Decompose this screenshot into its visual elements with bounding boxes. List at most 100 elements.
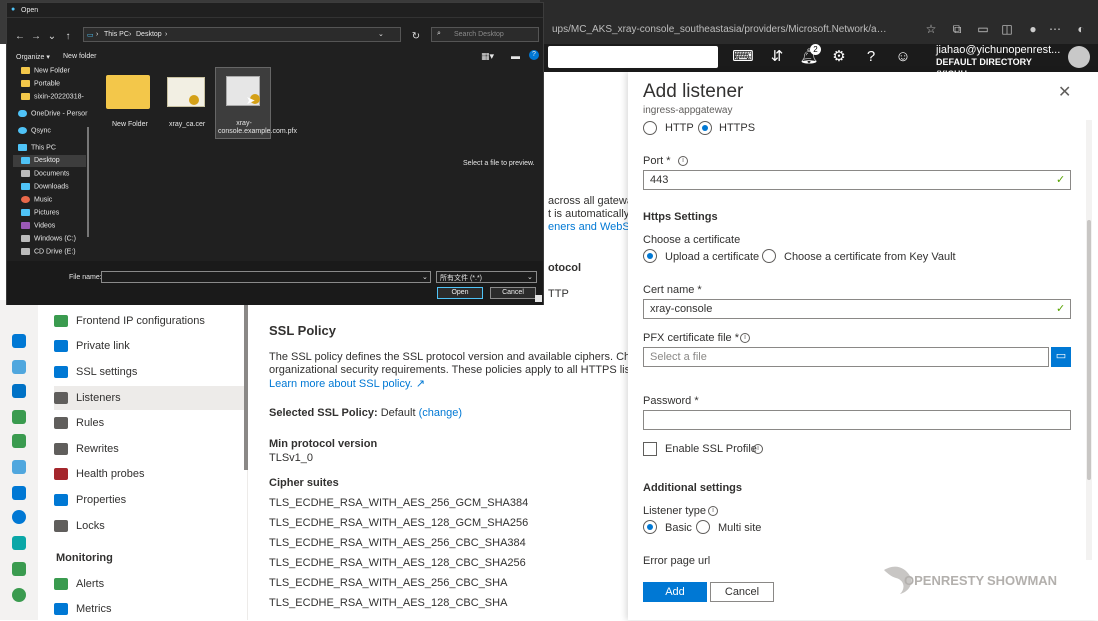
filename-dropdown-icon[interactable]: ⌄ <box>422 273 428 281</box>
menu-item-frontend-ip[interactable]: Frontend IP configurations <box>54 309 244 333</box>
menu-item-metrics[interactable]: Metrics <box>54 597 244 621</box>
dialog-path-bar[interactable]: ▭ › This PC › Desktop › ⌄ <box>83 27 401 42</box>
menu-item-ssl-settings[interactable]: SSL settings <box>54 360 244 384</box>
service-icon[interactable] <box>12 360 26 374</box>
tree-item[interactable]: Documents <box>21 170 69 177</box>
listener-basic-radio[interactable] <box>643 520 657 534</box>
menu-item-locks[interactable]: Locks <box>54 514 244 538</box>
dialog-cancel-button[interactable]: Cancel <box>490 287 536 299</box>
path-this-pc[interactable]: This PC <box>104 31 129 38</box>
ssl-profile-info-icon[interactable]: i <box>753 444 763 454</box>
edge-icon[interactable]: ◐ <box>1072 22 1090 36</box>
file-item-selected[interactable]: ➤ xray-console.example.com.pfx <box>215 67 297 139</box>
password-input[interactable] <box>643 410 1071 430</box>
listener-multisite-radio[interactable] <box>696 520 710 534</box>
dialog-open-button[interactable]: Open <box>437 287 483 299</box>
protocol-http-radio[interactable] <box>643 121 657 135</box>
view-options-icon[interactable]: ▦▾ <box>481 51 494 62</box>
collections-icon[interactable]: ▭ <box>974 22 992 36</box>
menu-item-properties[interactable]: Properties <box>54 488 244 512</box>
monitor-icon[interactable] <box>12 384 26 398</box>
panel-scrollbar[interactable] <box>1086 120 1092 560</box>
file-item[interactable]: New Folder <box>104 69 152 133</box>
azure-search-input[interactable] <box>548 46 718 68</box>
panel-scroll-thumb[interactable] <box>1087 220 1091 480</box>
organize-menu[interactable]: Organize ▾ <box>16 53 50 61</box>
close-icon[interactable]: ✕ <box>1058 82 1071 102</box>
file-item[interactable]: xray_ca.cer <box>161 69 211 133</box>
cancel-button[interactable]: Cancel <box>710 582 774 602</box>
profile-icon[interactable]: ● <box>1024 22 1042 36</box>
back-arrow-icon[interactable]: ← <box>13 30 27 44</box>
tree-item[interactable]: This PC <box>18 144 56 151</box>
up-arrow-icon[interactable]: ↑ <box>61 30 75 44</box>
sql-icon[interactable] <box>12 334 26 348</box>
tree-item[interactable]: Qsync <box>18 127 51 134</box>
favorites-icon[interactable]: ☆ <box>922 22 940 36</box>
resize-grip-icon[interactable] <box>535 295 542 302</box>
upload-certificate-radio[interactable] <box>643 249 657 263</box>
menu-item-alerts[interactable]: Alerts <box>54 572 244 596</box>
network-icon[interactable] <box>12 410 26 424</box>
shield-icon[interactable] <box>12 562 26 576</box>
storage-icon[interactable] <box>12 434 26 448</box>
add-button[interactable]: Add <box>643 582 707 602</box>
refresh-icon[interactable]: ↻ <box>409 30 423 44</box>
enable-ssl-profile-checkbox[interactable] <box>643 442 657 456</box>
protocol-https-radio[interactable] <box>698 121 712 135</box>
tree-item[interactable]: Pictures <box>21 209 59 216</box>
tree-item[interactable]: New Folder <box>21 67 70 74</box>
menu-item-private-link[interactable]: Private link <box>54 334 244 358</box>
forward-arrow-icon[interactable]: → <box>29 30 43 44</box>
address-bar[interactable]: ups/MC_AKS_xray-console_southeastasia/pr… <box>552 24 892 35</box>
tree-item[interactable]: sixin-20220318- <box>21 93 84 100</box>
preview-pane-icon[interactable]: ▬ <box>511 51 520 61</box>
dialog-search-input[interactable]: ⌕ Search Desktop <box>431 27 539 42</box>
listener-type-info-icon[interactable]: i <box>708 506 718 516</box>
tree-item[interactable]: CD Drive (E:) <box>21 248 76 255</box>
diamond-icon[interactable] <box>12 486 26 500</box>
filename-input[interactable]: ⌄ <box>101 271 431 283</box>
tree-item[interactable]: OneDrive - Persor <box>18 110 87 117</box>
ssl-learn-more-link[interactable]: Learn more about SSL policy. ↗ <box>269 377 425 390</box>
tree-item[interactable]: Videos <box>21 222 55 229</box>
feedback-icon[interactable]: ☺ <box>892 46 914 68</box>
keyvault-certificate-radio[interactable] <box>762 249 776 263</box>
recent-chevron-icon[interactable]: ⌄ <box>45 30 59 44</box>
cloud-icon[interactable] <box>12 536 26 550</box>
path-dropdown-icon[interactable]: ⌄ <box>378 30 384 38</box>
tree-item[interactable]: Portable <box>21 80 60 87</box>
settings-gear-icon[interactable]: ⚙ <box>828 46 850 68</box>
pfx-file-input[interactable]: Select a file <box>643 347 1049 367</box>
menu-item-listeners[interactable]: Listeners <box>54 386 244 410</box>
menu-item-rewrites[interactable]: Rewrites <box>54 437 244 461</box>
port-info-icon[interactable]: i <box>678 156 688 166</box>
advisor-icon[interactable] <box>12 588 26 602</box>
filetype-dropdown-icon[interactable]: ⌄ <box>527 273 533 281</box>
more-icon[interactable]: ⋯ <box>1046 22 1064 36</box>
browse-folder-button[interactable]: ▭ <box>1051 347 1071 367</box>
cloud-shell-icon[interactable]: ⌨ <box>732 46 754 68</box>
tree-item[interactable]: Windows (C:) <box>21 235 76 242</box>
port-input[interactable]: 443 <box>643 170 1071 190</box>
tree-scrollbar[interactable] <box>87 127 89 237</box>
directory-filter-icon[interactable]: ⇵ <box>766 46 788 68</box>
tree-item[interactable]: Music <box>21 196 52 203</box>
pfx-info-icon[interactable]: i <box>740 333 750 343</box>
help-icon[interactable]: ? <box>860 46 882 68</box>
tree-item-selected[interactable]: Desktop <box>13 155 86 167</box>
tree-item[interactable]: Downloads <box>21 183 69 190</box>
gauge-icon[interactable] <box>12 510 26 524</box>
menu-item-health-probes[interactable]: Health probes <box>54 462 244 486</box>
dots-icon[interactable] <box>12 460 26 474</box>
new-folder-button[interactable]: New folder <box>63 53 96 60</box>
cert-name-input[interactable]: xray-console <box>643 299 1071 319</box>
dialog-help-icon[interactable]: ? <box>529 50 539 60</box>
filetype-select[interactable]: 所有文件 (*.*) ⌄ <box>436 271 537 283</box>
extensions-icon[interactable]: ⧉ <box>948 22 966 36</box>
change-ssl-link[interactable]: (change) <box>419 407 462 419</box>
menu-item-rules[interactable]: Rules <box>54 411 244 435</box>
path-desktop[interactable]: Desktop <box>136 31 162 38</box>
sidebar-icon[interactable]: ◫ <box>998 22 1016 36</box>
avatar[interactable] <box>1068 46 1090 68</box>
